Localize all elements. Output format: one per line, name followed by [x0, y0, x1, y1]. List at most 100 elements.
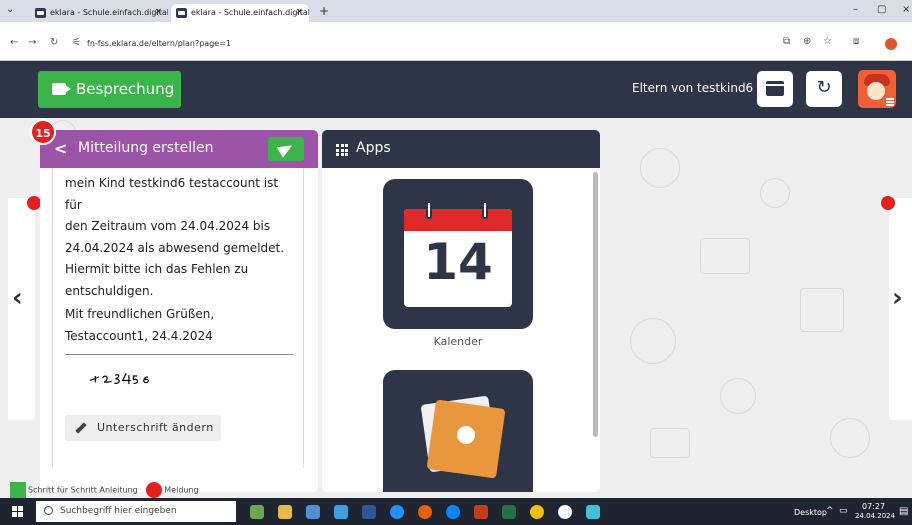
chrome-icon[interactable]	[530, 505, 544, 519]
windows-start-icon[interactable]	[12, 506, 24, 518]
text-field-underline	[65, 354, 293, 355]
guide-legend-label[interactable]: Schritt für Schritt Anleitung	[28, 486, 138, 495]
calendar-icon	[766, 81, 784, 96]
taskbar-app-icon[interactable]	[334, 505, 348, 519]
close-window-button[interactable]: ×	[902, 4, 910, 15]
reload-icon[interactable]: ↻	[50, 37, 58, 48]
clock-time[interactable]: 07:27	[862, 502, 885, 511]
taskbar-app-icon[interactable]	[390, 505, 404, 519]
pushpin-icon	[457, 426, 475, 444]
message-line: 24.04.2024 als abwesend gemeldet.	[65, 240, 285, 255]
background-doodle	[650, 428, 690, 458]
address-bar-row: ← → ↻ ⚟ fn-fss.eklara.de/eltern/plan?pag…	[0, 22, 912, 61]
calendar-ring	[482, 201, 488, 219]
browser-tab-2-active[interactable]: eklara - Schule.einfach.digital. ×	[171, 4, 309, 22]
powerpoint-icon[interactable]	[474, 505, 488, 519]
file-explorer-icon[interactable]	[278, 505, 292, 519]
closing-line: Mit freundlichen Grüßen,	[65, 307, 215, 321]
next-arrow-icon[interactable]: ›	[892, 283, 903, 313]
url-input[interactable]: fn-fss.eklara.de/eltern/plan?page=1	[87, 39, 231, 48]
previous-arrow-icon[interactable]: ‹	[12, 283, 23, 313]
tab-title: eklara - Schule.einfach.digital.	[50, 8, 168, 17]
pencil-icon	[75, 422, 87, 434]
edge-icon[interactable]	[446, 505, 460, 519]
message-line: mein Kind testkind6 testaccount ist für	[65, 176, 279, 212]
hamburger-menu-icon	[886, 98, 894, 106]
avatar-face	[867, 82, 885, 100]
calendar-button[interactable]	[757, 71, 793, 107]
right-alert-dot	[881, 196, 895, 210]
forward-arrow-icon[interactable]: →	[28, 37, 36, 48]
browser-profile-icon[interactable]	[885, 38, 897, 50]
refresh-icon: ↻	[816, 77, 832, 98]
word-icon[interactable]	[362, 505, 376, 519]
taskbar-app-icon[interactable]	[586, 505, 600, 519]
new-tab-button[interactable]: +	[319, 4, 329, 18]
back-chevron-icon[interactable]: <	[54, 139, 67, 158]
back-arrow-icon[interactable]: ←	[10, 37, 18, 48]
change-signature-label: Unterschrift ändern	[97, 421, 214, 434]
network-icon[interactable]: ▭	[839, 506, 848, 516]
message-line: entschuldigen.	[65, 283, 154, 298]
background-doodle	[760, 178, 790, 208]
change-signature-button[interactable]: Unterschrift ändern	[65, 415, 221, 441]
background-doodle	[700, 238, 750, 274]
background-doodle	[630, 318, 676, 364]
windows-taskbar: Suchbegriff hier eingeben Desktop ^ ▭ 07…	[0, 498, 912, 525]
tab-search-chevron-icon[interactable]: ⌄	[6, 4, 14, 15]
background-doodle	[720, 378, 756, 414]
kalender-app-label[interactable]: Kalender	[383, 335, 533, 348]
site-settings-icon[interactable]: ⚟	[72, 37, 81, 48]
message-line: den Zeitraum vom 24.04.2024 bis	[65, 219, 271, 233]
besprechung-button[interactable]: Besprechung	[38, 71, 181, 108]
left-alert-dot	[27, 196, 41, 210]
background-doodle	[640, 148, 680, 188]
refresh-button[interactable]: ↻	[806, 71, 842, 107]
taskbar-app-icon[interactable]	[558, 505, 572, 519]
excel-icon[interactable]	[502, 505, 516, 519]
install-app-icon[interactable]: ⧉	[783, 36, 790, 47]
tab-close-icon[interactable]: ×	[154, 7, 162, 17]
extensions-icon[interactable]: ⧈	[853, 36, 859, 47]
user-avatar-menu[interactable]	[858, 70, 896, 108]
besprechung-label: Besprechung	[76, 80, 175, 98]
clock-date[interactable]: 24.04.2024	[855, 512, 895, 520]
desktop-label[interactable]: Desktop	[794, 508, 827, 517]
main-content: ‹ › < Mitteilung erstellen mein Kind tes…	[0, 118, 912, 498]
taskbar-app-icon[interactable]	[306, 505, 320, 519]
taskbar-app-icon[interactable]	[250, 505, 264, 519]
calendar-day-number: 14	[423, 233, 493, 291]
message-line: Hiermit bitte ich das Fehlen zu	[65, 262, 249, 276]
signature-image	[89, 372, 150, 385]
message-card-header: < Mitteilung erstellen	[40, 130, 318, 168]
message-paragraph: mein Kind testkind6 testaccount ist für …	[65, 173, 295, 302]
eklara-favicon-icon	[176, 8, 187, 18]
apps-card-title: Apps	[356, 140, 391, 156]
tab-title: eklara - Schule.einfach.digital.	[191, 8, 309, 17]
notification-center-icon[interactable]: ▤	[899, 506, 908, 517]
closing-line: Testaccount1, 24.4.2024	[65, 328, 213, 343]
taskbar-search-input[interactable]: Suchbegriff hier eingeben	[36, 501, 236, 522]
apps-scrollbar[interactable]	[593, 172, 598, 437]
bookmark-star-icon[interactable]: ☆	[823, 36, 832, 47]
background-doodle	[830, 418, 870, 458]
eklara-favicon-icon	[35, 8, 46, 18]
message-body[interactable]: mein Kind testkind6 testaccount ist für …	[52, 168, 304, 468]
apps-card: Apps 14 Kalender	[322, 130, 600, 492]
send-button[interactable]	[268, 137, 304, 161]
tray-chevron-icon[interactable]: ^	[826, 506, 834, 516]
zoom-icon[interactable]: ⊕	[803, 36, 811, 47]
minimize-button[interactable]: –	[853, 4, 858, 15]
grid-icon	[336, 144, 348, 156]
kalender-app-tile[interactable]: 14	[383, 179, 533, 329]
browser-tab-1[interactable]: eklara - Schule.einfach.digital. ×	[30, 4, 168, 22]
pinboard-app-tile[interactable]	[383, 370, 533, 492]
alert-legend-label[interactable]: Meldung	[164, 486, 198, 495]
calendar-icon: 14	[404, 201, 512, 307]
tab-close-icon[interactable]: ×	[295, 7, 303, 17]
maximize-button[interactable]: ▢	[877, 4, 886, 15]
alert-legend-swatch	[146, 482, 163, 498]
calendar-header-band	[404, 209, 512, 231]
guide-legend-swatch	[10, 482, 26, 498]
firefox-icon[interactable]	[418, 505, 432, 519]
